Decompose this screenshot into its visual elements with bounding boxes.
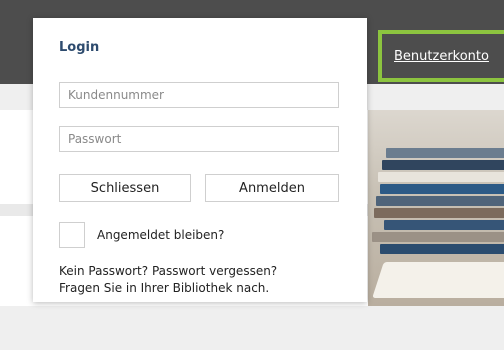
book-spine (374, 208, 504, 218)
book-spine (380, 184, 504, 194)
close-button[interactable]: Schliessen (59, 174, 191, 202)
account-link[interactable]: Benutzerkonto (394, 49, 489, 64)
remember-label: Angemeldet bleiben? (97, 228, 225, 242)
hint-line: Kein Passwort? Passwort vergessen? (59, 264, 278, 278)
account-link-highlight: Benutzerkonto (378, 30, 504, 82)
login-title: Login (59, 40, 100, 55)
password-input[interactable] (59, 126, 339, 152)
book-spine (378, 172, 504, 182)
book-spine (386, 148, 504, 158)
book-spine (384, 220, 504, 230)
book-spine (372, 232, 504, 242)
book-spine (382, 160, 504, 170)
open-book (372, 262, 504, 298)
remember-checkbox[interactable] (59, 222, 85, 248)
login-popup: Login Schliessen Anmelden Angemeldet ble… (33, 18, 367, 302)
password-hint: Kein Passwort? Passwort vergessen? Frage… (59, 263, 359, 297)
background-band (0, 306, 504, 350)
page: Benutzerkonto Login Schliessen Anmelden … (0, 0, 504, 350)
hint-line: Fragen Sie in Ihrer Bibliothek nach. (59, 281, 270, 295)
login-button[interactable]: Anmelden (205, 174, 339, 202)
book-spine (376, 196, 504, 206)
book-spine (380, 244, 504, 254)
customer-number-input[interactable] (59, 82, 339, 108)
books-hero-image (368, 110, 504, 306)
